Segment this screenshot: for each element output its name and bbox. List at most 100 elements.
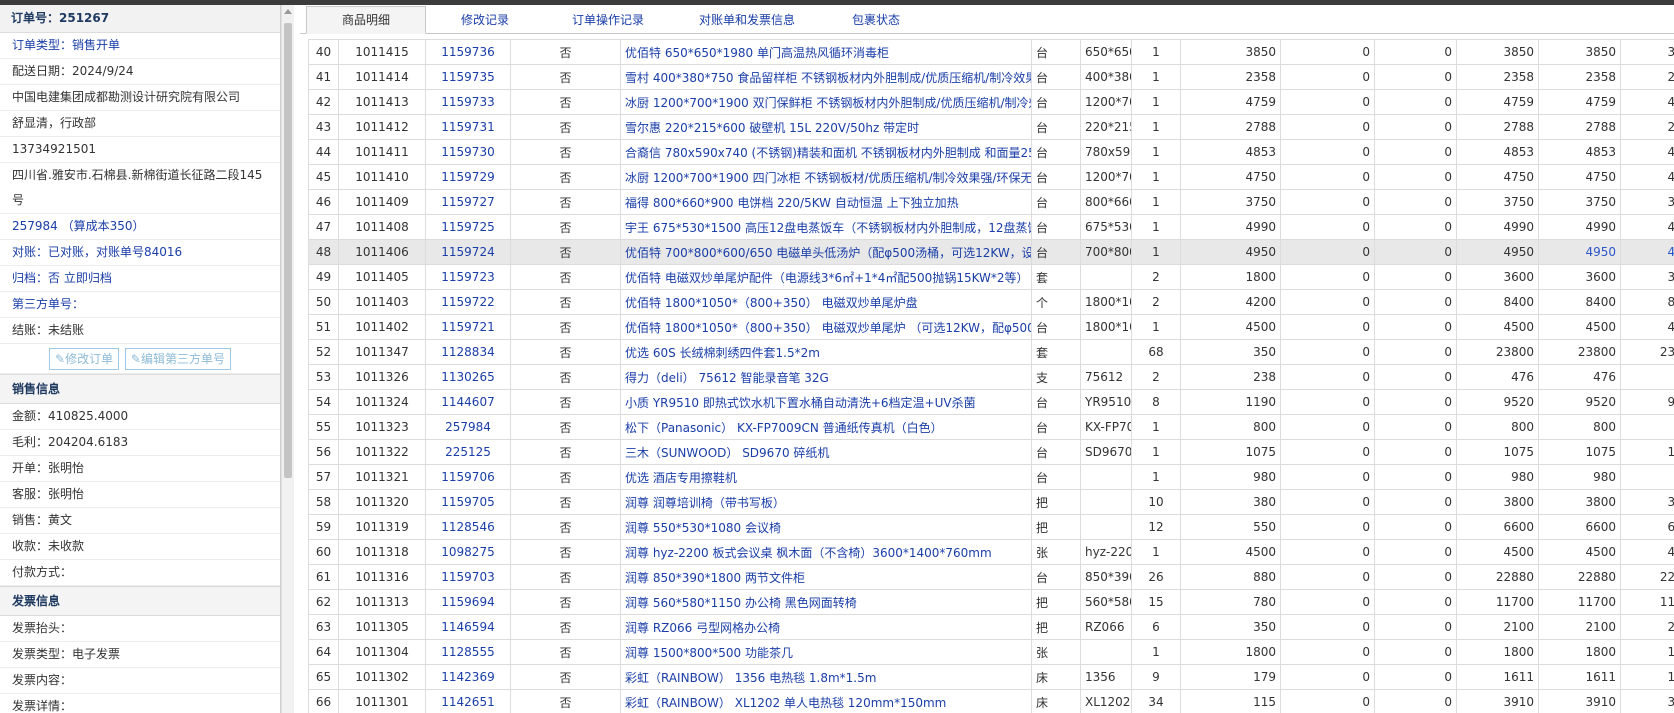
product-name-link[interactable]: 优佰特 1800*1050*（800+350） 电磁双炒单尾炉 （可选12KW，…: [620, 314, 1032, 340]
product-name-link[interactable]: 润尊 1500*800*500 功能茶几: [620, 639, 1032, 665]
product-name-link[interactable]: 宇王 675*530*1500 高压12盘电蒸饭车（不锈钢板材内外胆制成，12盘…: [620, 214, 1032, 240]
product-name-link[interactable]: 彩虹（RAINBOW） 1356 电热毯 1.8m*1.5m: [620, 664, 1032, 690]
flag-cell: 否: [510, 489, 621, 515]
product-name-link[interactable]: 优佰特 电磁双炒单尾炉配件（电源线3*6㎡+1*4㎡配500抛锅15KW*2等）: [620, 264, 1032, 290]
product-name-link[interactable]: 润尊 850*390*1800 两节文件柜: [620, 564, 1032, 590]
product-name-link[interactable]: 润尊 hyz-2200 板式会议桌 枫木面（不含椅）3600*1400*760m…: [620, 539, 1032, 565]
table-row[interactable]: 62 1011313 1159694 否润尊 560*580*1150 办公椅 黑色网…: [308, 589, 1674, 615]
product-sku-link[interactable]: 1159725: [425, 214, 511, 240]
table-row[interactable]: 57 1011321 1159706 否优选 酒店专用擦鞋机台 1 980 0 0 980 980…: [308, 464, 1674, 490]
table-row[interactable]: 49 1011405 1159723 否优佰特 电磁双炒单尾炉配件（电源线3*6㎡+1…: [308, 264, 1674, 290]
product-name-link[interactable]: 得力（deli） 75612 智能录音笔 32G: [620, 364, 1032, 390]
tab-package-status[interactable]: 包裹状态: [826, 7, 926, 33]
scrollbar-thumb[interactable]: [284, 23, 292, 478]
product-sku-link[interactable]: 1159735: [425, 64, 511, 90]
product-sku-link[interactable]: 1159733: [425, 89, 511, 115]
table-row[interactable]: 42 1011413 1159733 否冰厨 1200*700*1900 双门保鲜柜 …: [308, 89, 1674, 115]
table-row[interactable]: 59 1011319 1128546 否润尊 550*530*1080 会议椅把 12 5…: [308, 514, 1674, 540]
tab-modify-log[interactable]: 修改记录: [430, 7, 540, 33]
product-sku-link[interactable]: 1159722: [425, 289, 511, 315]
product-sku-link[interactable]: 1098275: [425, 539, 511, 565]
archive-status[interactable]: 归档：否 立即归档: [0, 266, 280, 292]
product-sku-link[interactable]: 1159705: [425, 489, 511, 515]
product-name-link[interactable]: 润尊 RZ066 弓型网格办公椅: [620, 614, 1032, 640]
table-row[interactable]: 55 1011323 257984 否松下（Panasonic） KX-FP7009C…: [308, 414, 1674, 440]
product-sku-link[interactable]: 225125: [425, 439, 511, 465]
product-name-link[interactable]: 优佰特 650*650*1980 单门高温热风循环消毒柜: [620, 39, 1032, 65]
product-sku-link[interactable]: 1159731: [425, 114, 511, 140]
product-name-link[interactable]: 优佰特 1800*1050*（800+350） 电磁双炒单尾炉盘: [620, 289, 1032, 315]
product-name-link[interactable]: 润尊 550*530*1080 会议椅: [620, 514, 1032, 540]
product-sku-link[interactable]: 1159703: [425, 564, 511, 590]
product-sku-link[interactable]: 1142651: [425, 689, 511, 713]
product-sku-link[interactable]: 1159730: [425, 139, 511, 165]
product-sku-link[interactable]: 1128834: [425, 339, 511, 365]
table-row[interactable]: 48 1011406 1159724 否优佰特 700*800*600/650 电磁单…: [308, 239, 1674, 265]
product-sku-link[interactable]: 1159724: [425, 239, 511, 265]
table-row[interactable]: 64 1011304 1128555 否润尊 1500*800*500 功能茶几张 1 1…: [308, 639, 1674, 665]
product-name-link[interactable]: 三木（SUNWOOD） SD9670 碎纸机: [620, 439, 1032, 465]
table-row[interactable]: 58 1011320 1159705 否润尊 润尊培训椅（带书写板）把 10 380 0 0 3…: [308, 489, 1674, 515]
table-row[interactable]: 50 1011403 1159722 否优佰特 1800*1050*（800+350）…: [308, 289, 1674, 315]
product-sku-link[interactable]: 1159736: [425, 39, 511, 65]
table-row[interactable]: 52 1011347 1128834 否优选 60S 长绒棉刺绣四件套1.5*2m 套 6…: [308, 339, 1674, 365]
invoice-info-header: 发票信息: [0, 586, 280, 616]
table-row[interactable]: 60 1011318 1098275 否润尊 hyz-2200 板式会议桌 枫木面（不…: [308, 539, 1674, 565]
table-row[interactable]: 46 1011409 1159727 否福得 800*660*900 电饼档 220/…: [308, 189, 1674, 215]
product-sku-link[interactable]: 1142369: [425, 664, 511, 690]
product-name-link[interactable]: 冰厨 1200*700*1900 双门保鲜柜 不锈钢板材内外胆制成/优质压缩机/…: [620, 89, 1032, 115]
table-row[interactable]: 51 1011402 1159721 否优佰特 1800*1050*（800+350）…: [308, 314, 1674, 340]
product-sku-link[interactable]: 1159694: [425, 589, 511, 615]
price-cell: 3750: [1180, 189, 1281, 215]
table-row[interactable]: 47 1011408 1159725 否宇王 675*530*1500 高压12盘电蒸…: [308, 214, 1674, 240]
product-name-link[interactable]: 彩虹（RAINBOW） XL1202 单人电热毯 120mm*150mm: [620, 689, 1032, 713]
product-name-link[interactable]: 福得 800*660*900 电饼档 220/5KW 自动恒温 上下独立加热: [620, 189, 1032, 215]
product-name-link[interactable]: 优选 酒店专用擦鞋机: [620, 464, 1032, 490]
product-sku-link[interactable]: 1128546: [425, 514, 511, 540]
sidebar-scrollbar[interactable]: [281, 5, 294, 713]
product-sku-link[interactable]: 257984: [425, 414, 511, 440]
product-name-link[interactable]: 松下（Panasonic） KX-FP7009CN 普通纸传真机（白色）: [620, 414, 1032, 440]
table-row[interactable]: 65 1011302 1142369 否彩虹（RAINBOW） 1356 电热毯 1.…: [308, 664, 1674, 690]
product-name-link[interactable]: 小质 YR9510 即热式饮水机下置水桶自动清洗+6档定温+UV杀菌: [620, 389, 1032, 415]
edit-order-button[interactable]: ✎修改订单: [49, 348, 120, 370]
table-row[interactable]: 61 1011316 1159703 否润尊 850*390*1800 两节文件柜台 8…: [308, 564, 1674, 590]
table-row[interactable]: 53 1011326 1130265 否得力（deli） 75612 智能录音笔 32…: [308, 364, 1674, 390]
tab-order-ops-log[interactable]: 订单操作记录: [548, 7, 668, 33]
product-name-link[interactable]: 冰厨 1200*700*1900 四门冰柜 不锈钢板材/优质压缩机/制冷效果强/…: [620, 164, 1032, 190]
product-sku-link[interactable]: 1159727: [425, 189, 511, 215]
row-index: 59: [308, 514, 339, 540]
product-sku-link[interactable]: 1159723: [425, 264, 511, 290]
edit-third-party-button[interactable]: ✎编辑第三方单号: [124, 348, 231, 370]
product-sku-link[interactable]: 1159721: [425, 314, 511, 340]
product-name-link[interactable]: 润尊 560*580*1150 办公椅 黑色网面转椅: [620, 589, 1032, 615]
product-name-link[interactable]: 合裔信 780x590x740 (不锈钢)精装和面机 不锈钢板材内外胆制成 和面…: [620, 139, 1032, 165]
product-sku-link[interactable]: 1146594: [425, 614, 511, 640]
product-sku-link[interactable]: 1159729: [425, 164, 511, 190]
table-row[interactable]: 56 1011322 225125 否三木（SUNWOOD） SD9670 碎纸机台 S…: [308, 439, 1674, 465]
amount-cell: 3800: [1538, 489, 1621, 515]
table-row[interactable]: 43 1011412 1159731 否雪尔惠 220*215*600 破壁机 15L…: [308, 114, 1674, 140]
product-sku-link[interactable]: 1144607: [425, 389, 511, 415]
table-row[interactable]: 41 1011414 1159735 否雪村 400*380*750 食品留样柜 不锈…: [308, 64, 1674, 90]
product-name-link[interactable]: 优选 60S 长绒棉刺绣四件套1.5*2m: [620, 339, 1032, 365]
product-sku-link[interactable]: 1130265: [425, 364, 511, 390]
table-row[interactable]: 44 1011411 1159730 否合裔信 780x590x740 (不锈钢)精装…: [308, 139, 1674, 165]
product-name-link[interactable]: 润尊 润尊培训椅（带书写板）: [620, 489, 1032, 515]
qty-cell: 1: [1131, 414, 1181, 440]
tab-product-details[interactable]: 商品明细: [306, 6, 426, 34]
table-row[interactable]: 66 1011301 1142651 否彩虹（RAINBOW） XL1202 单人电热…: [308, 689, 1674, 713]
product-sku-link[interactable]: 1159706: [425, 464, 511, 490]
product-name-link[interactable]: 雪村 400*380*750 食品留样柜 不锈钢板材内外胆制成/优质压缩机/制冷…: [620, 64, 1032, 90]
table-row[interactable]: 45 1011410 1159729 否冰厨 1200*700*1900 四门冰柜 不…: [308, 164, 1674, 190]
product-name-link[interactable]: 优佰特 700*800*600/650 电磁单头低汤炉（配φ500汤桶，可选12…: [620, 239, 1032, 265]
product-sku-link[interactable]: 1128555: [425, 639, 511, 665]
tab-statement-invoice[interactable]: 对账单和发票信息: [676, 7, 818, 33]
reconcile-status[interactable]: 对账：已对账，对账单号84016: [0, 240, 280, 266]
table-row[interactable]: 54 1011324 1144607 否小质 YR9510 即热式饮水机下置水桶自动清…: [308, 389, 1674, 415]
scroll-up-icon[interactable]: [284, 9, 292, 14]
product-name-link[interactable]: 雪尔惠 220*215*600 破壁机 15L 220V/50hz 带定时: [620, 114, 1032, 140]
unit-cell: 台: [1031, 139, 1081, 165]
table-row[interactable]: 63 1011305 1146594 否润尊 RZ066 弓型网格办公椅把 RZ066 6…: [308, 614, 1674, 640]
table-row[interactable]: 40 1011415 1159736 否优佰特 650*650*1980 单门高温热风…: [308, 39, 1674, 65]
